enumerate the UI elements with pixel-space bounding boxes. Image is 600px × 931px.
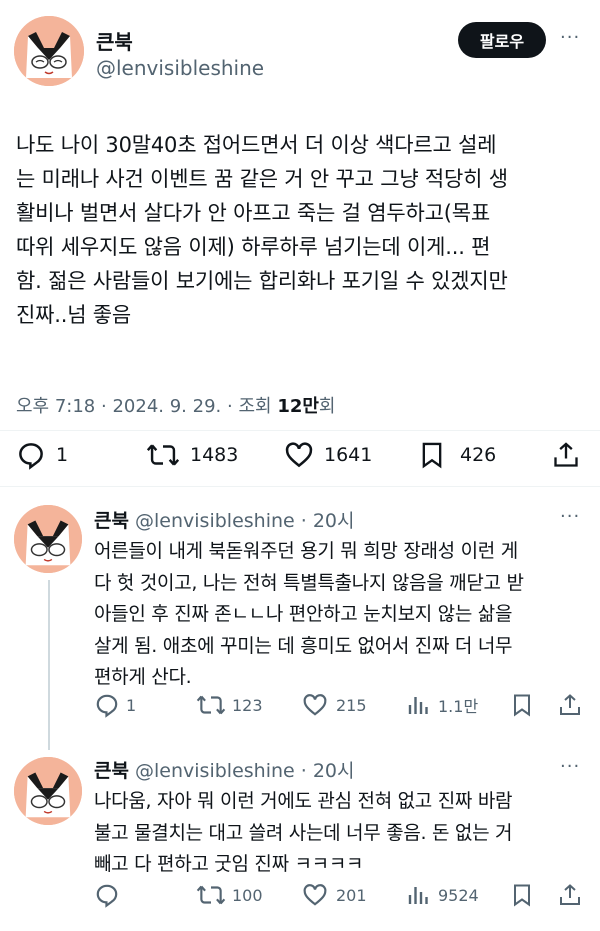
- bookmark-icon: [514, 884, 530, 907]
- author-name[interactable]: 큰북: [96, 26, 133, 55]
- like-button[interactable]: 1641: [284, 440, 372, 470]
- cat-avatar-icon: [14, 16, 84, 86]
- more-icon[interactable]: ···: [560, 27, 580, 48]
- like-button[interactable]: 215: [302, 692, 367, 718]
- reply-button[interactable]: 1: [16, 440, 68, 470]
- bookmark-count: 426: [460, 444, 497, 466]
- tweet-date[interactable]: 2024. 9. 29.: [112, 396, 221, 417]
- views-count: 1.1만: [438, 697, 479, 716]
- author-handle[interactable]: @lenvisibleshine: [135, 760, 295, 782]
- like-icon: [285, 442, 313, 468]
- avatar[interactable]: [14, 757, 82, 825]
- retweet-icon: [146, 444, 180, 466]
- thread-line: [48, 580, 50, 750]
- views-label: 조회: [238, 396, 272, 417]
- share-icon: [554, 442, 578, 467]
- views-count: 9524: [438, 885, 479, 905]
- like-button[interactable]: 201: [302, 882, 367, 908]
- retweet-icon: [196, 885, 226, 905]
- bookmark-button[interactable]: 426: [418, 440, 496, 470]
- views-button[interactable]: 1.1만: [406, 692, 478, 718]
- views-label-suffix: 회: [318, 396, 336, 417]
- share-icon: [560, 694, 580, 715]
- reply-actions: 1 123 215 1.1만: [0, 692, 600, 718]
- retweet-count: 123: [232, 695, 263, 715]
- reply-actions: 100 201 9524: [0, 882, 600, 908]
- author-name[interactable]: 큰북: [94, 760, 129, 782]
- reply-button[interactable]: 1: [94, 692, 136, 718]
- like-icon: [303, 694, 327, 716]
- share-icon: [560, 884, 580, 905]
- like-icon: [303, 884, 327, 906]
- like-count: 201: [336, 885, 367, 905]
- bookmark-button[interactable]: [510, 882, 534, 908]
- retweet-count: 100: [232, 885, 263, 905]
- avatar[interactable]: [14, 16, 84, 86]
- divider: [0, 486, 600, 487]
- more-icon[interactable]: ···: [560, 756, 580, 777]
- tweet-time[interactable]: 오후 7:18: [16, 396, 95, 417]
- views-icon: [408, 887, 428, 904]
- tweet-actions: 1 1483 1641 426: [0, 440, 600, 472]
- share-button[interactable]: [552, 440, 580, 470]
- author-handle[interactable]: @lenvisibleshine: [96, 56, 264, 80]
- follow-button[interactable]: 팔로우: [458, 22, 546, 58]
- bookmark-icon: [514, 694, 530, 717]
- share-button[interactable]: [558, 692, 582, 718]
- like-count: 215: [336, 695, 367, 715]
- reply-header: 큰북 @lenvisibleshine · 20시: [94, 506, 355, 533]
- more-icon[interactable]: ···: [560, 506, 580, 527]
- retweet-button[interactable]: 123: [196, 692, 263, 718]
- tweet-meta: 오후 7:18 · 2024. 9. 29. · 조회 12만회: [16, 392, 335, 418]
- reply-text: 어른들이 내게 북돋워주던 용기 뭐 희망 장래성 이런 게 다 헛 것이고, …: [94, 540, 524, 688]
- reply-age[interactable]: · 20시: [301, 760, 355, 782]
- retweet-button[interactable]: 100: [196, 882, 263, 908]
- retweet-icon: [196, 695, 226, 715]
- separator: ·: [101, 396, 107, 417]
- cat-avatar-icon: [14, 505, 82, 573]
- views-button[interactable]: 9524: [406, 882, 479, 908]
- author-name[interactable]: 큰북: [94, 510, 129, 532]
- avatar[interactable]: [14, 505, 82, 573]
- views-count: 12만: [277, 396, 319, 417]
- reply-icon: [96, 694, 118, 718]
- bookmark-button[interactable]: [510, 692, 534, 718]
- like-count: 1641: [324, 444, 373, 466]
- divider: [0, 430, 600, 431]
- reply-icon: [19, 443, 43, 470]
- reply-age[interactable]: · 20시: [301, 510, 355, 532]
- retweet-button[interactable]: 1483: [146, 440, 238, 470]
- cat-avatar-icon: [14, 757, 82, 825]
- reply-text: 나다움, 자아 뭐 이런 거에도 관심 전혀 없고 진짜 바람 불고 물결치는 …: [94, 790, 513, 875]
- bookmark-icon: [422, 442, 442, 469]
- separator: ·: [226, 396, 233, 417]
- author-handle[interactable]: @lenvisibleshine: [135, 510, 295, 532]
- reply-icon: [96, 884, 118, 908]
- reply-count: 1: [56, 444, 69, 466]
- reply-header: 큰북 @lenvisibleshine · 20시: [94, 756, 355, 783]
- views-icon: [408, 697, 428, 714]
- reply-button[interactable]: [94, 882, 126, 908]
- tweet-text: 나도 나이 30말40초 접어드면서 더 이상 색다르고 설레 는 미래나 사건…: [16, 133, 508, 327]
- reply-count: 1: [126, 695, 137, 715]
- retweet-count: 1483: [190, 444, 239, 466]
- share-button[interactable]: [558, 882, 582, 908]
